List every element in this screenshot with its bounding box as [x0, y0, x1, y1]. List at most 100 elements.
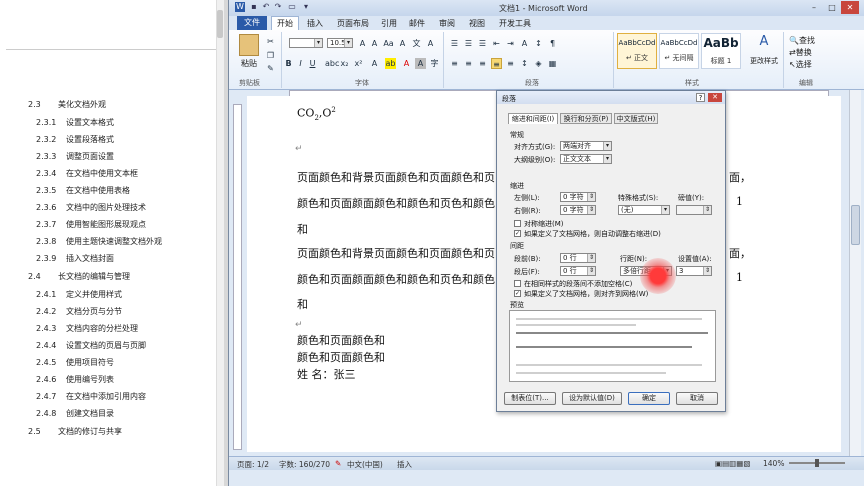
chinese-layout-icon[interactable]: A	[519, 38, 530, 49]
copy-icon[interactable]: ❐	[265, 50, 276, 61]
toc-item[interactable]: 2.4.6 使用编号列表	[36, 374, 114, 385]
minimize-icon[interactable]: –	[805, 1, 823, 14]
doc-line[interactable]: 和	[297, 221, 308, 237]
status-words[interactable]: 字数: 160/270	[279, 459, 330, 470]
tab-line-page-breaks[interactable]: 换行和分页(P)	[560, 113, 612, 124]
doc-line[interactable]: 颜色和页面颜色和	[297, 332, 385, 348]
char-shading-icon[interactable]: A	[415, 58, 426, 69]
grow-font-icon[interactable]: A	[357, 38, 368, 49]
phonetic-icon[interactable]: 文	[411, 38, 422, 49]
status-page[interactable]: 页面: 1/2	[237, 459, 269, 470]
view-buttons-icon[interactable]: ▣▤▥▦▧	[715, 459, 750, 468]
tabs-button[interactable]: 制表位(T)...	[504, 392, 556, 405]
superscript-icon[interactable]: x²	[353, 58, 364, 69]
toc-section[interactable]: 2.5 文档的修订与共享	[28, 426, 122, 437]
paste-icon[interactable]	[239, 34, 259, 56]
toc-section[interactable]: 2.3 美化文档外观	[28, 99, 106, 110]
zoom-slider-knob[interactable]	[815, 459, 819, 467]
vertical-scrollbar[interactable]	[849, 90, 861, 456]
toc-item[interactable]: 2.3.7 使用智能图形展现观点	[36, 219, 146, 230]
tab-page-layout[interactable]: 页面布局	[337, 18, 369, 29]
proofing-icon[interactable]: ✎	[335, 459, 341, 468]
tab-asian-typography[interactable]: 中文版式(H)	[614, 113, 658, 124]
vertical-scrollbar-thumb[interactable]	[851, 205, 860, 245]
toc-scrollbar[interactable]	[216, 0, 224, 486]
font-name-select[interactable]: ▾	[289, 38, 323, 48]
left-indent-spinner[interactable]: 0 字符 ⇕	[560, 192, 596, 202]
vertical-ruler[interactable]	[233, 104, 242, 450]
redo-icon[interactable]: ↷	[273, 2, 283, 12]
tab-developer[interactable]: 开发工具	[499, 18, 531, 29]
after-spinner[interactable]: 0 行 ⇕	[560, 266, 596, 276]
doc-fragment[interactable]: 1	[736, 271, 743, 284]
tab-mailings[interactable]: 邮件	[409, 18, 425, 29]
word-logo-icon[interactable]: W	[235, 2, 245, 12]
mirror-indent-checkbox[interactable]	[514, 220, 521, 227]
text-effects-icon[interactable]: A	[369, 58, 380, 69]
alignment-select[interactable]: 两端对齐 ▾	[560, 141, 612, 151]
save-icon[interactable]: ▪	[249, 2, 259, 12]
toc-item[interactable]: 2.3.3 调整页面设置	[36, 151, 114, 162]
doc-line[interactable]: 和	[297, 296, 308, 312]
subscript-icon[interactable]: x₂	[339, 58, 350, 69]
toc-item[interactable]: 2.3.5 在文档中使用表格	[36, 185, 130, 196]
doc-line[interactable]: 颜色和页面颜面颜色和颜色和页色和颜色	[297, 271, 495, 287]
toc-item[interactable]: 2.4.2 文档分页与分节	[36, 306, 122, 317]
font-color-icon[interactable]: A	[401, 58, 412, 69]
style-no-spacing[interactable]: AaBbCcDd ↵ 无间隔	[659, 33, 699, 69]
toc-item[interactable]: 2.4.8 创建文档目录	[36, 408, 114, 419]
show-marks-icon[interactable]: ¶	[547, 38, 558, 49]
doc-line[interactable]: 页面颜色和背景页面颜色和页面颜色和页	[297, 245, 495, 261]
toc-item[interactable]: 2.3.2 设置段落格式	[36, 134, 114, 145]
toc-section[interactable]: 2.4 长文档的编辑与管理	[28, 271, 130, 282]
toc-item[interactable]: 2.3.9 插入文档封面	[36, 253, 114, 264]
outline-level-select[interactable]: 正文文本 ▾	[560, 154, 612, 164]
undo-icon[interactable]: ↶	[261, 2, 271, 12]
doc-fragment[interactable]: 面，	[729, 245, 751, 261]
tab-file[interactable]: 文件	[237, 16, 267, 30]
tab-review[interactable]: 审阅	[439, 18, 455, 29]
align-center-icon[interactable]: ≡	[463, 58, 474, 69]
decrease-indent-icon[interactable]: ⇤	[491, 38, 502, 49]
tab-home[interactable]: 开始	[271, 16, 299, 30]
style-normal[interactable]: AaBbCcDd ↵ 正文	[617, 33, 657, 69]
font-size-select[interactable]: 10.5 ▾	[327, 38, 353, 48]
toc-item[interactable]: 2.4.3 文档内容的分栏处理	[36, 323, 138, 334]
by-spinner[interactable]: ⇕	[676, 205, 712, 215]
justify-icon[interactable]: ≡	[491, 58, 502, 69]
doc-fragment[interactable]: 1	[736, 195, 743, 208]
select-button[interactable]: ↖选择	[789, 59, 812, 70]
doc-fragment[interactable]: 面，	[729, 169, 751, 185]
tab-indents-spacing[interactable]: 缩进和间距(I)	[508, 113, 558, 124]
char-border-icon[interactable]: A	[425, 38, 436, 49]
change-case-icon[interactable]: Aa	[383, 38, 394, 49]
special-select[interactable]: (无) ▾	[618, 205, 670, 215]
toc-item[interactable]: 2.3.8 使用主题快速调整文档外观	[36, 236, 162, 247]
doc-line[interactable]: 页面颜色和背景页面颜色和页面颜色和页	[297, 169, 495, 185]
doc-line[interactable]: 颜色和页面颜面颜色和颜色和页色和颜色	[297, 195, 495, 211]
toc-item[interactable]: 2.4.1 定义并使用样式	[36, 289, 122, 300]
align-left-icon[interactable]: ≡	[449, 58, 460, 69]
ok-button[interactable]: 确定	[628, 392, 670, 405]
toc-item[interactable]: 2.3.6 文档中的图片处理技术	[36, 202, 146, 213]
change-styles-icon[interactable]: A	[755, 35, 773, 52]
before-spinner[interactable]: 0 行 ⇕	[560, 253, 596, 263]
toc-item[interactable]: 2.4.7 在文档中添加引用内容	[36, 391, 146, 402]
increase-indent-icon[interactable]: ⇥	[505, 38, 516, 49]
tab-view[interactable]: 视图	[469, 18, 485, 29]
maximize-icon[interactable]: □	[823, 1, 841, 14]
multilevel-list-icon[interactable]: ☰	[477, 38, 488, 49]
sort-icon[interactable]: ↕	[533, 38, 544, 49]
doc-line[interactable]: 颜色和页面颜色和	[297, 349, 385, 365]
shading-icon[interactable]: ◈	[533, 58, 544, 69]
find-button[interactable]: 🔍查找	[789, 35, 815, 46]
status-language[interactable]: 中文(中国)	[347, 459, 383, 470]
borders-icon[interactable]: ▦	[547, 58, 558, 69]
doc-line[interactable]: 姓 名：张三	[297, 366, 356, 382]
toc-scrollbar-thumb[interactable]	[217, 10, 223, 38]
status-mode[interactable]: 插入	[397, 459, 412, 470]
status-zoom[interactable]: 140%	[763, 459, 784, 468]
open-icon[interactable]: ▭	[287, 2, 297, 12]
auto-indent-checkbox[interactable]: ✓	[514, 230, 521, 237]
highlight-icon[interactable]: ab	[385, 58, 396, 69]
